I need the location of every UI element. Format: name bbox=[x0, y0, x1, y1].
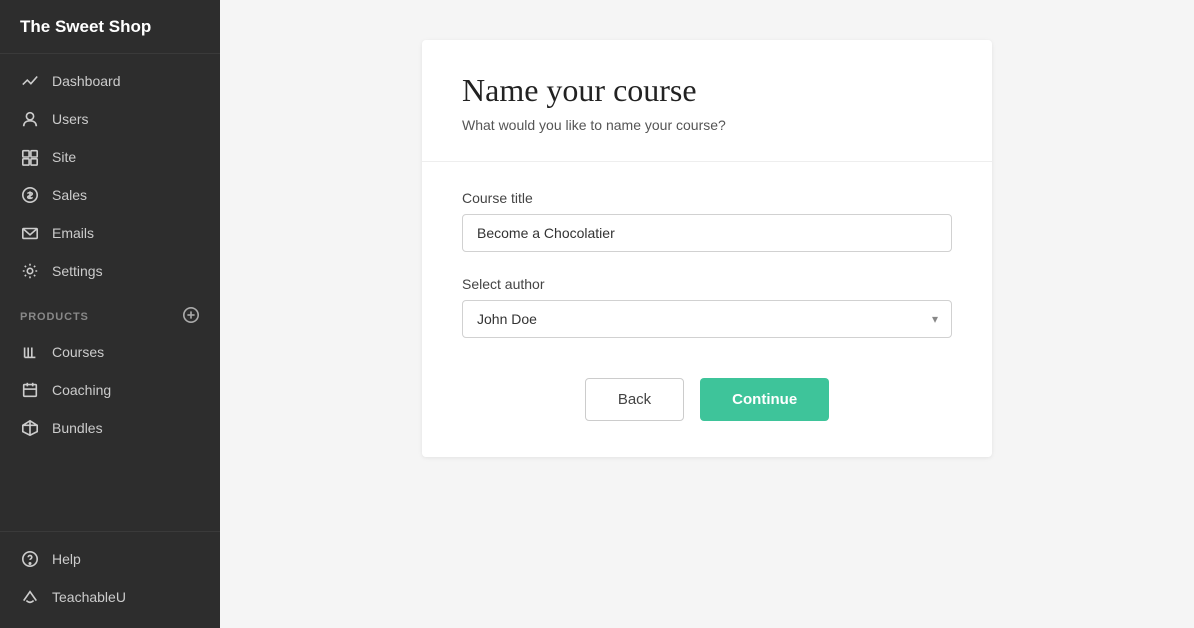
card-subtitle: What would you like to name your course? bbox=[462, 117, 952, 133]
brand-title: The Sweet Shop bbox=[0, 0, 220, 54]
sidebar-item-coaching[interactable]: Coaching bbox=[0, 371, 220, 409]
course-title-group: Course title bbox=[462, 190, 952, 252]
sidebar-label-dashboard: Dashboard bbox=[52, 73, 121, 89]
name-course-card: Name your course What would you like to … bbox=[422, 40, 992, 457]
help-icon bbox=[20, 550, 40, 568]
users-icon bbox=[20, 110, 40, 128]
sidebar-label-emails: Emails bbox=[52, 225, 94, 241]
sidebar-item-help[interactable]: Help bbox=[0, 540, 220, 578]
sidebar-item-dashboard[interactable]: Dashboard bbox=[0, 62, 220, 100]
continue-button[interactable]: Continue bbox=[700, 378, 829, 421]
sidebar-item-site[interactable]: Site bbox=[0, 138, 220, 176]
sidebar-bottom: Help TeachableU bbox=[0, 531, 220, 628]
sidebar-label-bundles: Bundles bbox=[52, 420, 103, 436]
sidebar-item-settings[interactable]: Settings bbox=[0, 252, 220, 290]
dashboard-icon bbox=[20, 72, 40, 90]
back-button[interactable]: Back bbox=[585, 378, 684, 421]
card-actions: Back Continue bbox=[462, 378, 952, 421]
sidebar-item-courses[interactable]: Courses bbox=[0, 333, 220, 371]
course-title-input[interactable] bbox=[462, 214, 952, 252]
card-title: Name your course bbox=[462, 72, 952, 109]
bundles-icon bbox=[20, 419, 40, 437]
sidebar-label-help: Help bbox=[52, 551, 81, 567]
courses-icon bbox=[20, 343, 40, 361]
sidebar-label-courses: Courses bbox=[52, 344, 104, 360]
sales-icon bbox=[20, 186, 40, 204]
sidebar-item-sales[interactable]: Sales bbox=[0, 176, 220, 214]
main-content: Name your course What would you like to … bbox=[220, 0, 1194, 628]
coaching-icon bbox=[20, 381, 40, 399]
course-title-label: Course title bbox=[462, 190, 952, 206]
card-body: Course title Select author John Doe ▾ Ba… bbox=[422, 162, 992, 457]
sidebar-label-coaching: Coaching bbox=[52, 382, 111, 398]
site-icon bbox=[20, 148, 40, 166]
author-select-wrapper: John Doe ▾ bbox=[462, 300, 952, 338]
teachableu-icon bbox=[20, 588, 40, 606]
select-author-group: Select author John Doe ▾ bbox=[462, 276, 952, 338]
sidebar-label-settings: Settings bbox=[52, 263, 103, 279]
sidebar-label-users: Users bbox=[52, 111, 89, 127]
sidebar-item-bundles[interactable]: Bundles bbox=[0, 409, 220, 447]
emails-icon bbox=[20, 224, 40, 242]
card-header: Name your course What would you like to … bbox=[422, 40, 992, 162]
sidebar-label-site: Site bbox=[52, 149, 76, 165]
sidebar: The Sweet Shop Dashboard Users bbox=[0, 0, 220, 628]
sidebar-item-emails[interactable]: Emails bbox=[0, 214, 220, 252]
add-product-icon[interactable] bbox=[182, 306, 200, 327]
sidebar-label-teachableu: TeachableU bbox=[52, 589, 126, 605]
sidebar-item-teachableu[interactable]: TeachableU bbox=[0, 578, 220, 616]
sidebar-label-sales: Sales bbox=[52, 187, 87, 203]
sidebar-nav: Dashboard Users Site bbox=[0, 54, 220, 531]
select-author-label: Select author bbox=[462, 276, 952, 292]
settings-icon bbox=[20, 262, 40, 280]
products-section-label: PRODUCTS bbox=[0, 290, 220, 333]
sidebar-item-users[interactable]: Users bbox=[0, 100, 220, 138]
author-select[interactable]: John Doe bbox=[462, 300, 952, 338]
